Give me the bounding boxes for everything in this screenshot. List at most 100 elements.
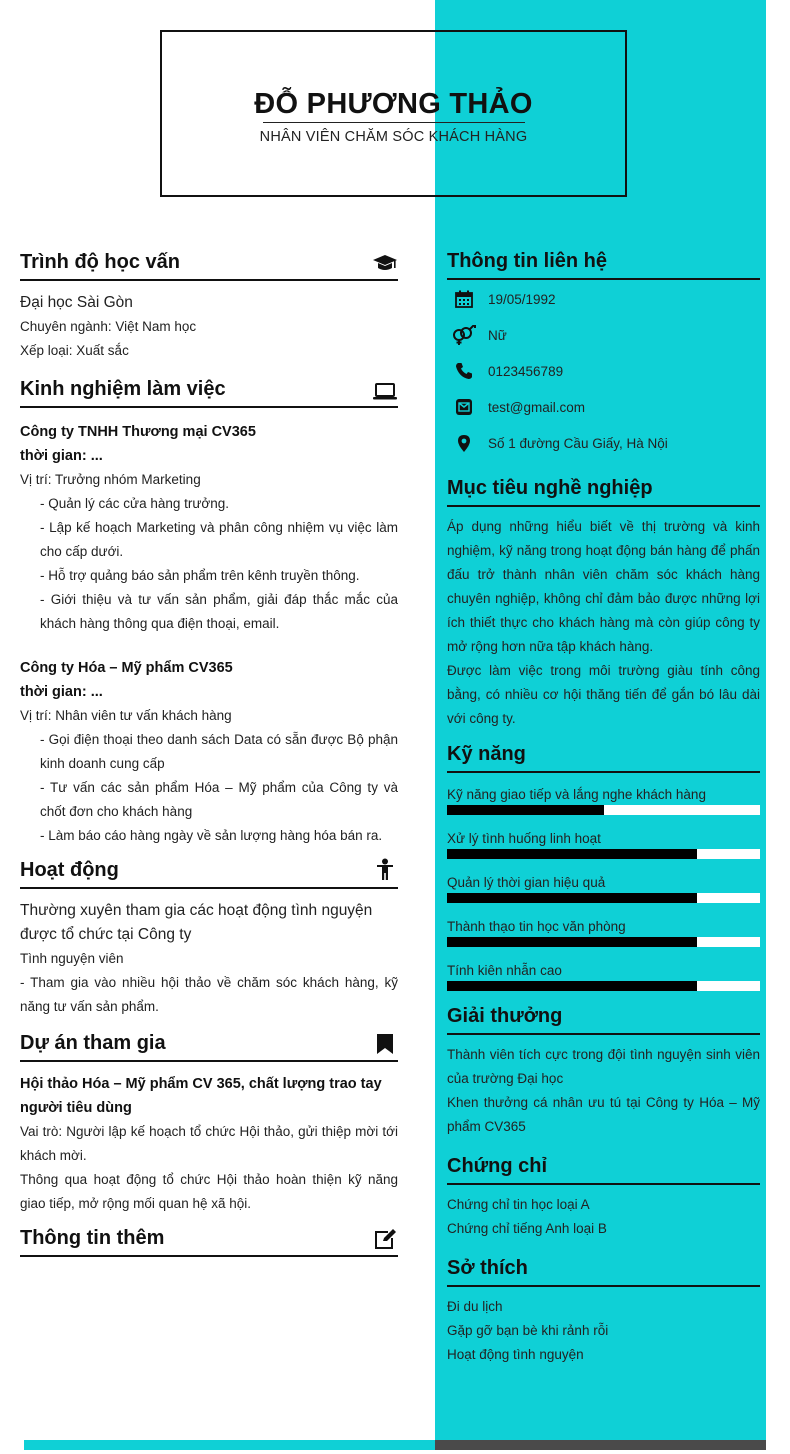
contact-row-address: Số 1 đường Cầu Giấy, Hà Nội bbox=[447, 425, 760, 461]
job-entry: Công ty TNHH Thương mại CV365 thời gian:… bbox=[20, 420, 398, 636]
skill-bar-fill bbox=[447, 981, 698, 991]
activity-role: Tình nguyện viên bbox=[20, 951, 124, 966]
job-time: thời gian: ... bbox=[20, 448, 103, 464]
contact-header: Thông tin liên hệ bbox=[447, 250, 760, 280]
education-major: Chuyên ngành: Việt Nam học bbox=[20, 319, 197, 334]
activities-section: Hoạt động Thường xuyên tham gia các hoạt… bbox=[20, 858, 398, 1019]
job-task: - Tư vấn các sản phẩm Hóa – Mỹ phẩm của … bbox=[40, 780, 398, 819]
award-item: Khen thưởng cá nhân ưu tú tại Công ty Hó… bbox=[447, 1095, 760, 1134]
project-role: Vai trò: Người lập kế hoạch tổ chức Hội … bbox=[20, 1124, 398, 1163]
skill-item: Kỹ năng giao tiếp và lắng nghe khách hàn… bbox=[447, 785, 760, 815]
certificate-item: Chứng chỉ tin học loại A bbox=[447, 1197, 590, 1212]
footer-bar-accent bbox=[24, 1440, 435, 1450]
skill-bar bbox=[447, 805, 760, 815]
skill-name: Xử lý tình huống linh hoạt bbox=[447, 831, 601, 846]
more-info-title: Thông tin thêm bbox=[20, 1227, 165, 1249]
job-position: Vị trí: Trưởng nhóm Marketing bbox=[20, 472, 201, 487]
more-info-header: Thông tin thêm bbox=[20, 1226, 398, 1257]
bookmark-icon bbox=[372, 1031, 398, 1055]
name-header-box: ĐỖ PHƯƠNG THẢO NHÂN VIÊN CHĂM SÓC KHÁCH … bbox=[160, 30, 627, 197]
hobbies-title: Sở thích bbox=[447, 1257, 528, 1279]
job-task: - Làm báo cáo hàng ngày về sản lượng hàn… bbox=[40, 828, 383, 843]
job-title: NHÂN VIÊN CHĂM SÓC KHÁCH HÀNG bbox=[259, 129, 528, 145]
project-name: Hội thảo Hóa – Mỹ phẩm CV 365, chất lượn… bbox=[20, 1076, 382, 1116]
contact-title: Thông tin liên hệ bbox=[447, 250, 607, 272]
email-icon bbox=[451, 397, 477, 417]
objective-section: Mục tiêu nghề nghiệp Áp dụng những hiểu … bbox=[447, 477, 760, 731]
calendar-icon bbox=[451, 289, 477, 309]
certificate-item: Chứng chỉ tiếng Anh loại B bbox=[447, 1221, 607, 1236]
skill-bar bbox=[447, 849, 760, 859]
awards-header: Giải thưởng bbox=[447, 1005, 760, 1035]
activities-header: Hoạt động bbox=[20, 858, 398, 889]
skill-bar-fill bbox=[447, 805, 604, 815]
objective-header: Mục tiêu nghề nghiệp bbox=[447, 477, 760, 507]
skills-section: Kỹ năng Kỹ năng giao tiếp và lắng nghe k… bbox=[447, 743, 760, 991]
graduation-cap-icon bbox=[372, 250, 398, 274]
activity-desc: - Tham gia vào nhiều hội thảo về chăm só… bbox=[20, 975, 398, 1014]
job-company: Công ty Hóa – Mỹ phẩm CV365 bbox=[20, 660, 233, 676]
job-task: - Hỗ trợ quảng báo sản phẩm trên kênh tr… bbox=[40, 568, 360, 583]
education-school: Đại học Sài Gòn bbox=[20, 294, 133, 311]
skill-name: Tính kiên nhẫn cao bbox=[447, 963, 562, 978]
job-position: Vị trí: Nhân viên tư vấn khách hàng bbox=[20, 708, 232, 723]
education-section: Trình độ học vấn Đại học Sài Gòn Chuyên … bbox=[20, 250, 398, 363]
laptop-icon bbox=[372, 377, 398, 401]
job-time: thời gian: ... bbox=[20, 684, 103, 700]
awards-section: Giải thưởng Thành viên tích cực trong độ… bbox=[447, 1005, 760, 1139]
phone-icon bbox=[451, 361, 477, 381]
job-task: - Lập kế hoạch Marketing và phân công nh… bbox=[40, 520, 398, 559]
hobbies-section: Sở thích Đi du lịch Gặp gỡ bạn bè khi rả… bbox=[447, 1257, 760, 1367]
skills-list: Kỹ năng giao tiếp và lắng nghe khách hàn… bbox=[447, 785, 760, 991]
skills-header: Kỹ năng bbox=[447, 743, 760, 773]
contact-row-email: test@gmail.com bbox=[447, 389, 760, 425]
activity-name: Thường xuyên tham gia các hoạt động tình… bbox=[20, 902, 373, 943]
contact-section: Thông tin liên hệ 19/05/1992 Nữ 01234567… bbox=[447, 250, 760, 461]
skill-bar bbox=[447, 981, 760, 991]
location-icon bbox=[451, 433, 477, 453]
projects-header: Dự án tham gia bbox=[20, 1031, 398, 1062]
job-company: Công ty TNHH Thương mại CV365 bbox=[20, 424, 256, 440]
person-icon bbox=[372, 858, 398, 882]
skill-name: Thành thạo tin học văn phòng bbox=[447, 919, 626, 934]
skill-bar-fill bbox=[447, 849, 698, 859]
education-title: Trình độ học vấn bbox=[20, 251, 181, 273]
hobby-item: Đi du lịch bbox=[447, 1299, 503, 1314]
contact-gender: Nữ bbox=[488, 327, 507, 343]
more-info-section: Thông tin thêm bbox=[20, 1226, 398, 1257]
hobby-item: Hoạt động tình nguyện bbox=[447, 1347, 584, 1362]
footer-bar-dark bbox=[435, 1440, 766, 1450]
hobby-item: Gặp gỡ bạn bè khi rảnh rỗi bbox=[447, 1323, 609, 1338]
skill-item: Xử lý tình huống linh hoạt bbox=[447, 829, 760, 859]
job-entry: Công ty Hóa – Mỹ phẩm CV365 thời gian: .… bbox=[20, 656, 398, 848]
contact-address: Số 1 đường Cầu Giấy, Hà Nội bbox=[488, 435, 668, 451]
job-task: - Gọi điện thoại theo danh sách Data có … bbox=[40, 732, 398, 771]
skills-title: Kỹ năng bbox=[447, 743, 526, 765]
contact-birthday: 19/05/1992 bbox=[488, 291, 556, 307]
certificates-section: Chứng chỉ Chứng chỉ tin học loại A Chứng… bbox=[447, 1155, 760, 1241]
right-column: Thông tin liên hệ 19/05/1992 Nữ 01234567… bbox=[447, 250, 760, 1367]
skill-bar bbox=[447, 937, 760, 947]
certificates-header: Chứng chỉ bbox=[447, 1155, 760, 1185]
header-divider bbox=[262, 122, 525, 123]
skill-item: Thành thạo tin học văn phòng bbox=[447, 917, 760, 947]
awards-title: Giải thưởng bbox=[447, 1005, 563, 1027]
hobbies-header: Sở thích bbox=[447, 1257, 760, 1287]
skill-item: Quản lý thời gian hiệu quả bbox=[447, 873, 760, 903]
contact-row-birthday: 19/05/1992 bbox=[447, 281, 760, 317]
projects-section: Dự án tham gia Hội thảo Hóa – Mỹ phẩm CV… bbox=[20, 1031, 398, 1216]
certificates-title: Chứng chỉ bbox=[447, 1155, 548, 1177]
objective-text: Áp dụng những hiểu biết về thị trường và… bbox=[447, 519, 760, 654]
project-desc: Thông qua hoạt động tổ chức Hội thảo hoà… bbox=[20, 1172, 398, 1211]
skill-bar-fill bbox=[447, 937, 698, 947]
candidate-name: ĐỖ PHƯƠNG THẢO bbox=[254, 88, 533, 120]
job-task: - Giới thiệu và tư vấn sản phẩm, giải đá… bbox=[40, 592, 398, 631]
education-header: Trình độ học vấn bbox=[20, 250, 398, 281]
objective-text-2: Được làm việc trong môi trường giàu tính… bbox=[447, 663, 760, 726]
contact-email: test@gmail.com bbox=[488, 399, 585, 415]
left-column: Trình độ học vấn Đại học Sài Gòn Chuyên … bbox=[20, 250, 398, 1257]
skill-name: Quản lý thời gian hiệu quả bbox=[447, 875, 606, 890]
edit-icon bbox=[372, 1226, 398, 1250]
experience-title: Kinh nghiệm làm việc bbox=[20, 378, 226, 400]
activities-title: Hoạt động bbox=[20, 859, 119, 881]
